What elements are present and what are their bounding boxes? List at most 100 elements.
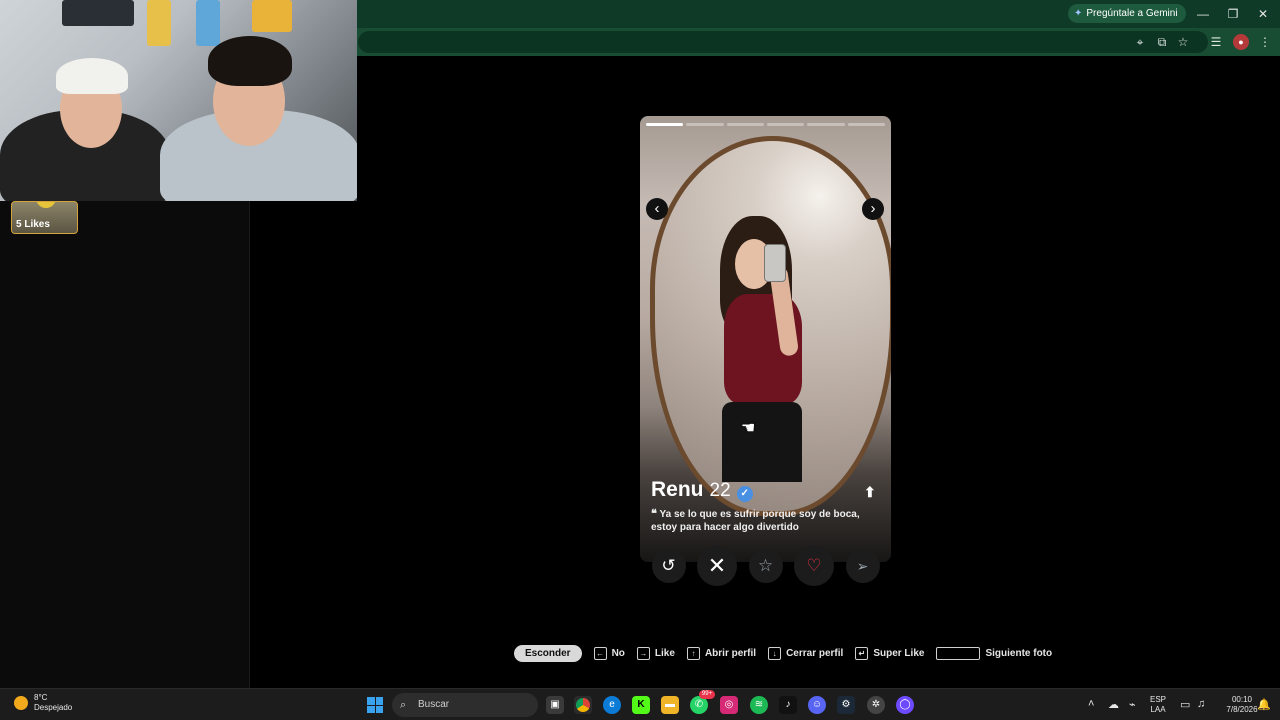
left-panel xyxy=(0,201,250,688)
rewind-button[interactable]: ↺ xyxy=(651,549,686,583)
weather-widget[interactable]: 8°C Despejado xyxy=(14,693,72,713)
next-photo-button[interactable]: › xyxy=(862,198,884,220)
photo-progress-segment xyxy=(807,123,845,126)
address-bar[interactable] xyxy=(358,31,1208,53)
weather-sun-icon xyxy=(14,696,28,710)
volume-icon[interactable]: ♫ xyxy=(1197,698,1205,710)
show-hidden-icons[interactable]: ˄ xyxy=(1088,698,1094,710)
profile-age: 22 xyxy=(709,480,731,501)
minimize-button[interactable]: — xyxy=(1193,4,1213,24)
shortcut-super-like-label: Super Like xyxy=(873,648,925,659)
settings-icon[interactable]: ✲ xyxy=(867,696,885,714)
quote-icon: ❝ xyxy=(651,508,657,520)
browser-menu-icon[interactable]: ⋮ xyxy=(1257,34,1273,50)
tiktok-icon[interactable]: ♪ xyxy=(779,696,797,714)
shortcut-like-label: Like xyxy=(654,648,675,659)
white-cap xyxy=(56,58,128,94)
display-icon[interactable]: ▭ xyxy=(1180,698,1190,711)
shortcut-bar: Esconder ← No → Like ↑ Abrir perfil ↓ Cerrar… xyxy=(514,644,1052,663)
enter-key-icon: ↵ xyxy=(855,647,869,660)
taskbar-search[interactable]: ⌕ Buscar xyxy=(392,693,538,717)
profile-name: Renu xyxy=(651,478,704,501)
spotify-icon[interactable]: ≋ xyxy=(750,696,768,714)
profile-bio: ❝ Ya se lo que es sufrir porque soy de b… xyxy=(651,508,883,534)
language-indicator[interactable]: ESP LAA xyxy=(1150,695,1166,715)
notification-bell-icon[interactable]: 🔔 xyxy=(1257,698,1271,711)
windows-start-icon[interactable] xyxy=(367,697,383,713)
photo-progress-segment xyxy=(766,123,805,126)
temperature: 8°C xyxy=(34,693,48,702)
space-key-icon xyxy=(936,647,981,660)
shortcut-no: ← No xyxy=(593,647,625,660)
language-top: ESP xyxy=(1150,695,1167,704)
photo-progress-segment xyxy=(686,123,724,126)
wall-poster xyxy=(62,0,134,26)
restore-button[interactable]: ❐ xyxy=(1223,4,1243,24)
reading-list-icon[interactable]: ☰ xyxy=(1208,34,1224,50)
like-button[interactable]: ♡ xyxy=(794,546,834,586)
skateboard xyxy=(147,0,171,46)
person-right-hair xyxy=(208,36,292,86)
gemini-label: Pregúntale a Gemini xyxy=(1086,8,1178,19)
install-app-icon[interactable]: ⧉ xyxy=(1154,34,1170,50)
likes-blur-icon xyxy=(36,202,56,208)
windows-taskbar: 8°C Despejado ⌕ Buscar ▣ e K ▬ ✆ 99+ ◎ ≋… xyxy=(0,688,1280,720)
likes-card[interactable]: 5 Likes xyxy=(11,201,78,234)
hide-shortcuts-button[interactable]: Esconder xyxy=(514,645,582,662)
photo-phone xyxy=(764,244,786,282)
left-key-icon: ← xyxy=(593,647,607,660)
shortcut-next-photo: Siguiente foto xyxy=(936,647,1052,660)
instagram-icon[interactable]: ◎ xyxy=(720,696,738,714)
shortcut-close-profile-label: Cerrar perfil xyxy=(786,648,844,659)
photo-progress-segment xyxy=(646,123,684,126)
skateboard xyxy=(196,0,220,46)
nope-button[interactable]: ✕ xyxy=(697,546,737,586)
close-window-button[interactable]: ✕ xyxy=(1253,4,1273,24)
likes-count: 5 Likes xyxy=(16,219,50,230)
edge-icon[interactable]: e xyxy=(603,696,621,714)
open-profile-arrow-icon[interactable]: ⬆ xyxy=(864,484,876,501)
weather-description: Despejado xyxy=(34,703,73,712)
bookmark-star-icon[interactable]: ☆ xyxy=(1175,34,1191,50)
task-view-icon[interactable]: ▣ xyxy=(546,696,564,714)
kick-icon[interactable]: K xyxy=(632,696,650,714)
profile-info: Renu 22 ✓ ❝ Ya se lo que es sufrir porqu… xyxy=(651,478,883,534)
shortcut-super-like: ↵ Super Like xyxy=(855,647,924,660)
network-icon[interactable]: ⌁ xyxy=(1129,698,1136,711)
shortcut-no-label: No xyxy=(611,648,625,659)
app-icon[interactable]: ◯ xyxy=(896,696,914,714)
hand-cursor-icon: ☚ xyxy=(741,420,756,437)
super-like-button[interactable]: ☆ xyxy=(748,549,783,583)
search-placeholder: Buscar xyxy=(418,699,450,710)
profile-avatar-icon[interactable]: ● xyxy=(1233,34,1249,50)
action-buttons: ↺ ✕ ☆ ♡ ➢ xyxy=(640,546,891,586)
up-key-icon: ↑ xyxy=(686,647,700,660)
ask-gemini-button[interactable]: ✦ Pregúntale a Gemini xyxy=(1068,4,1186,23)
notification-badge: 99+ xyxy=(699,690,715,699)
photo-progress xyxy=(646,123,885,126)
verified-badge-icon: ✓ xyxy=(736,486,753,502)
down-key-icon: ↓ xyxy=(768,647,782,660)
chrome-icon[interactable] xyxy=(574,696,592,714)
file-explorer-icon[interactable]: ▬ xyxy=(661,696,679,714)
boost-button[interactable]: ➢ xyxy=(845,549,880,583)
language-bottom: LAA xyxy=(1150,705,1166,714)
search-icon: ⌕ xyxy=(400,699,407,711)
photo-pants xyxy=(722,402,802,482)
steam-icon[interactable]: ⚙ xyxy=(837,696,855,714)
gemini-spark-icon: ✦ xyxy=(1074,8,1083,19)
shortcut-next-photo-label: Siguiente foto xyxy=(985,648,1053,659)
wall-sign xyxy=(252,0,292,32)
shortcut-like: → Like xyxy=(636,647,675,660)
location-icon[interactable]: ⌖ xyxy=(1132,34,1148,50)
bio-text: Ya se lo que es sufrir porque soy de boc… xyxy=(651,509,860,533)
discord-icon[interactable]: ☺ xyxy=(808,696,826,714)
onedrive-icon[interactable]: ☁ xyxy=(1108,698,1119,711)
photo-progress-segment xyxy=(847,123,885,126)
photo-progress-segment xyxy=(726,123,764,126)
prev-photo-button[interactable]: ‹ xyxy=(646,198,668,220)
right-key-icon: → xyxy=(636,647,650,660)
shortcut-close-profile: ↓ Cerrar perfil xyxy=(768,647,843,660)
webcam-overlay xyxy=(0,0,357,201)
shortcut-open-profile-label: Abrir perfil xyxy=(704,648,757,659)
